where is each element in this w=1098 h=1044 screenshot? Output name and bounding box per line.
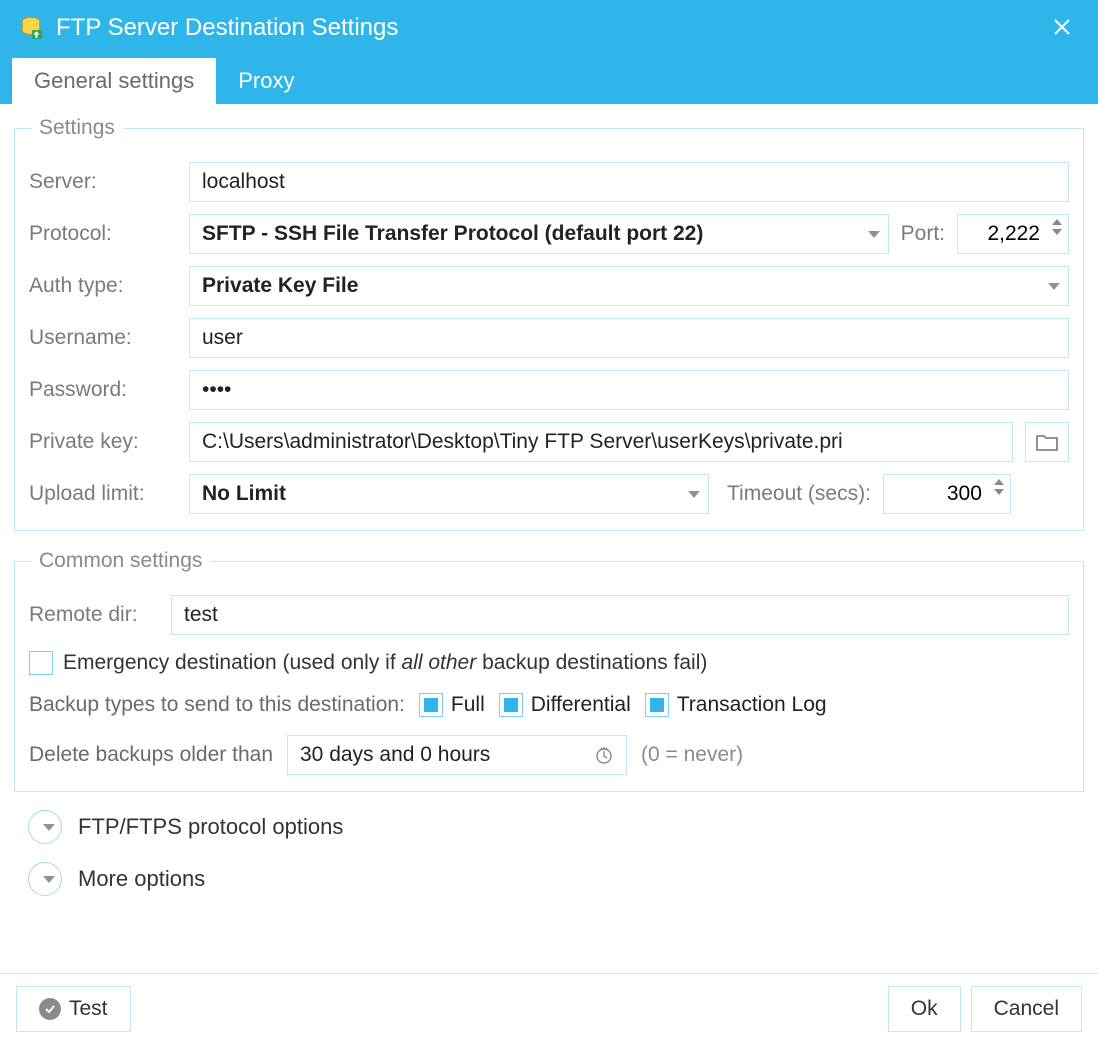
ftp-protocol-options-label: FTP/FTPS protocol options [78,814,343,840]
chevron-down-icon [43,876,55,883]
timeout-spin-up-icon[interactable] [994,479,1004,485]
password-input[interactable] [189,370,1069,410]
remote-dir-label: Remote dir: [29,603,159,627]
server-label: Server: [29,170,177,194]
content-area: Settings Server: Protocol: SFTP - SSH Fi… [0,104,1098,896]
auth-type-label: Auth type: [29,274,177,298]
test-button[interactable]: Test [16,986,131,1032]
close-icon[interactable] [1044,9,1080,48]
delete-older-picker[interactable]: 30 days and 0 hours [287,735,627,775]
test-label: Test [69,997,108,1021]
transaction-log-label: Transaction Log [677,693,827,717]
chevron-down-icon [1048,283,1060,290]
auth-type-value: Private Key File [202,274,358,298]
port-spin-down-icon[interactable] [1052,229,1062,235]
username-label: Username: [29,326,177,350]
more-options-label: More options [78,866,205,892]
settings-legend: Settings [31,116,123,140]
transaction-log-checkbox[interactable] [645,693,669,717]
upload-limit-select[interactable]: No Limit [189,474,709,514]
expander-toggle[interactable] [28,862,62,896]
chevron-down-icon [688,491,700,498]
delete-older-value: 30 days and 0 hours [300,743,490,767]
ftp-protocol-options-expander[interactable]: FTP/FTPS protocol options [28,810,1084,844]
upload-limit-value: No Limit [202,482,286,506]
private-key-label: Private key: [29,430,177,454]
port-stepper[interactable] [957,214,1069,254]
timeout-stepper[interactable] [883,474,1011,514]
protocol-select[interactable]: SFTP - SSH File Transfer Protocol (defau… [189,214,889,254]
cancel-button[interactable]: Cancel [971,986,1082,1032]
private-key-input[interactable] [189,422,1013,462]
full-checkbox[interactable] [419,693,443,717]
differential-checkbox[interactable] [499,693,523,717]
browse-button[interactable] [1025,422,1069,462]
delete-older-label: Delete backups older than [29,743,273,767]
timeout-spin-down-icon[interactable] [994,489,1004,495]
emergency-label: Emergency destination (used only if all … [63,651,707,675]
footer: Test Ok Cancel [0,973,1098,1044]
remote-dir-input[interactable] [171,595,1069,635]
tab-proxy[interactable]: Proxy [216,58,316,104]
more-options-expander[interactable]: More options [28,862,1084,896]
timeout-label: Timeout (secs): [727,482,871,506]
username-input[interactable] [189,318,1069,358]
upload-limit-label: Upload limit: [29,482,177,506]
app-icon [18,15,44,41]
port-input[interactable] [958,215,1050,253]
ok-label: Ok [911,997,938,1021]
common-settings-legend: Common settings [31,549,210,573]
common-settings-group: Common settings Remote dir: Emergency de… [14,549,1084,792]
tabbar: General settings Proxy [0,56,1098,104]
emergency-text-post: backup destinations fail) [476,651,707,674]
port-label: Port: [901,222,945,246]
check-icon [39,998,61,1020]
server-input[interactable] [189,162,1069,202]
ok-button[interactable]: Ok [888,986,961,1032]
window-title: FTP Server Destination Settings [56,14,1044,42]
differential-label: Differential [531,693,631,717]
backup-types-label: Backup types to send to this destination… [29,693,405,717]
titlebar: FTP Server Destination Settings [0,0,1098,56]
timeout-input[interactable] [884,475,992,513]
chevron-down-icon [868,231,880,238]
chevron-down-icon [43,824,55,831]
settings-group: Settings Server: Protocol: SFTP - SSH Fi… [14,116,1084,531]
emergency-text-pre: Emergency destination (used only if [63,651,402,674]
protocol-value: SFTP - SSH File Transfer Protocol (defau… [202,222,703,246]
protocol-label: Protocol: [29,222,177,246]
delete-older-note: (0 = never) [641,743,743,767]
tab-general-settings[interactable]: General settings [12,58,216,104]
full-label: Full [451,693,485,717]
emergency-text-italic: all other [402,651,477,674]
folder-icon [1036,433,1058,451]
emergency-checkbox[interactable] [29,651,53,675]
auth-type-select[interactable]: Private Key File [189,266,1069,306]
cancel-label: Cancel [994,997,1059,1021]
clock-icon [594,745,614,765]
expander-toggle[interactable] [28,810,62,844]
password-label: Password: [29,378,177,402]
port-spin-up-icon[interactable] [1052,219,1062,225]
